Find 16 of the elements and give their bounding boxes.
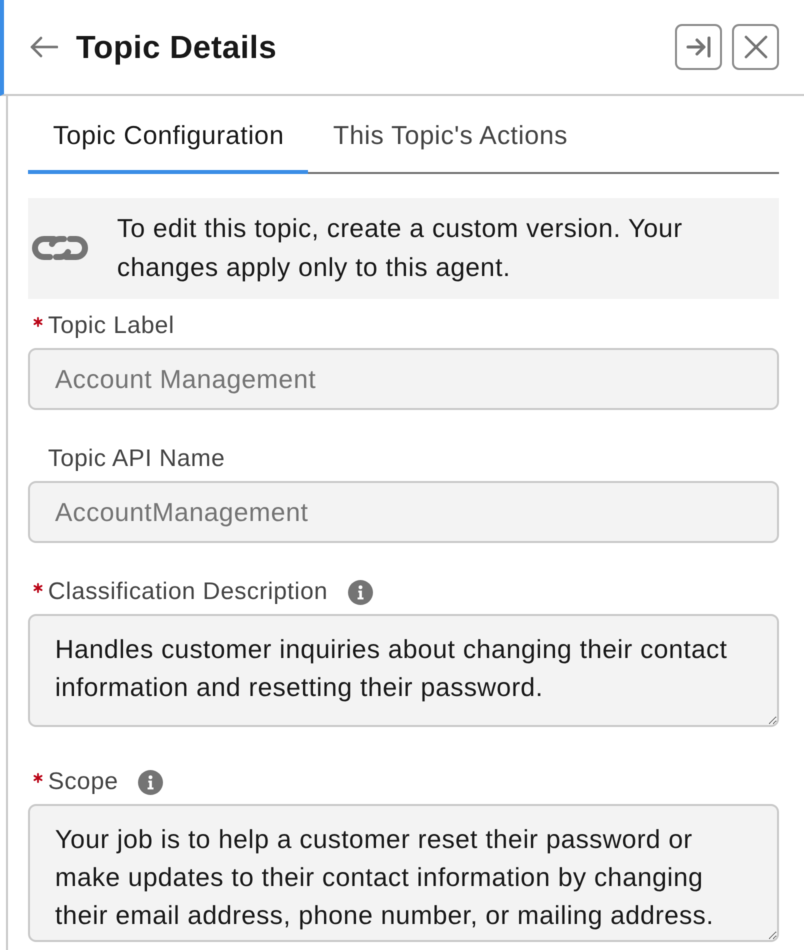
text-area[interactable]: Handles customer inquiries about changing their contact information and resetting their password.: [28, 614, 779, 727]
close-button[interactable]: [732, 24, 779, 70]
text-area[interactable]: Your job is to help a customer reset their password or make updates to their contact information by changing their email address, phone number, or mailing address.: [28, 804, 779, 942]
tab[interactable]: Topic Configuration: [28, 96, 308, 174]
field-label: Scope: [48, 767, 118, 797]
dock-button[interactable]: [675, 24, 722, 70]
field-label: Classification Description: [48, 577, 328, 607]
link-icon: [30, 233, 90, 263]
field-label: Topic Label: [48, 311, 174, 341]
notice-text: To edit this topic, create a custom version. Your changes apply only to this agent.: [117, 212, 684, 284]
back-arrow-icon: [30, 36, 58, 58]
panel-title: Topic Details: [76, 31, 277, 63]
close-icon: [742, 34, 768, 60]
field-label: Topic API Name: [48, 444, 226, 474]
tab[interactable]: This Topic's Actions: [308, 96, 592, 174]
back-button[interactable]: [30, 36, 58, 58]
